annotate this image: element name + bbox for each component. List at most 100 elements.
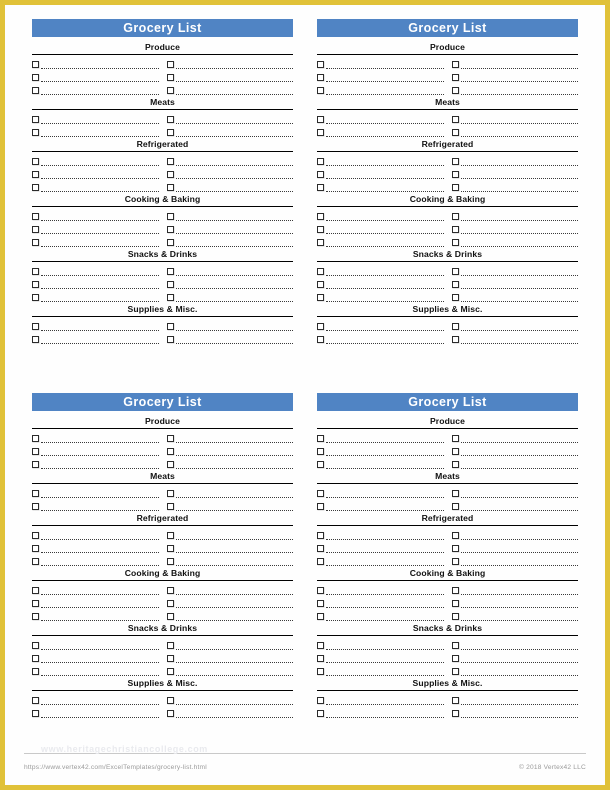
item-checkbox[interactable]: [32, 213, 39, 220]
item-write-line[interactable]: [460, 277, 578, 289]
item-checkbox[interactable]: [32, 490, 39, 497]
item-write-line[interactable]: [326, 222, 444, 234]
item-write-line[interactable]: [41, 541, 159, 553]
item-write-line[interactable]: [326, 638, 444, 650]
item-checkbox[interactable]: [32, 74, 39, 81]
item-write-line[interactable]: [175, 693, 293, 705]
item-checkbox[interactable]: [317, 129, 324, 136]
item-checkbox[interactable]: [166, 158, 174, 165]
item-checkbox[interactable]: [451, 226, 459, 233]
item-write-line[interactable]: [41, 583, 159, 595]
item-write-line[interactable]: [175, 541, 293, 553]
item-write-line[interactable]: [326, 583, 444, 595]
item-checkbox[interactable]: [32, 587, 39, 594]
item-checkbox[interactable]: [166, 490, 174, 497]
item-checkbox[interactable]: [451, 435, 459, 442]
item-checkbox[interactable]: [32, 448, 39, 455]
item-write-line[interactable]: [326, 486, 444, 498]
item-write-line[interactable]: [326, 277, 444, 289]
item-checkbox[interactable]: [32, 613, 39, 620]
item-checkbox[interactable]: [166, 558, 174, 565]
item-checkbox[interactable]: [32, 668, 39, 675]
item-write-line[interactable]: [460, 596, 578, 608]
item-checkbox[interactable]: [317, 281, 324, 288]
item-write-line[interactable]: [41, 609, 159, 621]
item-checkbox[interactable]: [451, 490, 459, 497]
item-checkbox[interactable]: [451, 532, 459, 539]
item-write-line[interactable]: [326, 209, 444, 221]
item-checkbox[interactable]: [32, 281, 39, 288]
item-checkbox[interactable]: [451, 294, 459, 301]
item-write-line[interactable]: [41, 528, 159, 540]
item-checkbox[interactable]: [317, 213, 324, 220]
item-write-line[interactable]: [326, 431, 444, 443]
item-checkbox[interactable]: [32, 655, 39, 662]
item-write-line[interactable]: [175, 499, 293, 511]
item-checkbox[interactable]: [317, 503, 324, 510]
item-checkbox[interactable]: [317, 613, 324, 620]
item-checkbox[interactable]: [32, 294, 39, 301]
item-write-line[interactable]: [326, 264, 444, 276]
item-write-line[interactable]: [460, 290, 578, 302]
item-write-line[interactable]: [460, 664, 578, 676]
item-checkbox[interactable]: [166, 587, 174, 594]
item-write-line[interactable]: [326, 290, 444, 302]
item-write-line[interactable]: [41, 486, 159, 498]
item-checkbox[interactable]: [451, 503, 459, 510]
item-checkbox[interactable]: [317, 158, 324, 165]
item-write-line[interactable]: [175, 180, 293, 192]
item-write-line[interactable]: [326, 57, 444, 69]
item-checkbox[interactable]: [317, 655, 324, 662]
item-write-line[interactable]: [41, 83, 159, 95]
item-checkbox[interactable]: [166, 116, 174, 123]
item-write-line[interactable]: [326, 664, 444, 676]
item-checkbox[interactable]: [32, 158, 39, 165]
item-write-line[interactable]: [460, 528, 578, 540]
item-write-line[interactable]: [175, 486, 293, 498]
item-checkbox[interactable]: [166, 503, 174, 510]
item-write-line[interactable]: [175, 167, 293, 179]
item-write-line[interactable]: [175, 112, 293, 124]
item-checkbox[interactable]: [317, 587, 324, 594]
item-checkbox[interactable]: [166, 697, 174, 704]
item-write-line[interactable]: [41, 431, 159, 443]
item-write-line[interactable]: [175, 57, 293, 69]
item-checkbox[interactable]: [32, 129, 39, 136]
item-checkbox[interactable]: [451, 184, 459, 191]
item-checkbox[interactable]: [451, 587, 459, 594]
item-write-line[interactable]: [326, 180, 444, 192]
item-write-line[interactable]: [175, 277, 293, 289]
item-checkbox[interactable]: [317, 710, 324, 717]
item-write-line[interactable]: [326, 693, 444, 705]
item-write-line[interactable]: [41, 235, 159, 247]
item-write-line[interactable]: [326, 596, 444, 608]
item-checkbox[interactable]: [317, 490, 324, 497]
item-write-line[interactable]: [41, 457, 159, 469]
item-write-line[interactable]: [41, 125, 159, 137]
item-write-line[interactable]: [326, 528, 444, 540]
item-write-line[interactable]: [41, 319, 159, 331]
item-checkbox[interactable]: [32, 697, 39, 704]
item-write-line[interactable]: [326, 554, 444, 566]
item-write-line[interactable]: [460, 583, 578, 595]
item-write-line[interactable]: [460, 444, 578, 456]
item-checkbox[interactable]: [317, 239, 324, 246]
item-write-line[interactable]: [175, 706, 293, 718]
item-write-line[interactable]: [460, 431, 578, 443]
item-checkbox[interactable]: [451, 116, 459, 123]
item-checkbox[interactable]: [32, 600, 39, 607]
item-write-line[interactable]: [460, 541, 578, 553]
item-write-line[interactable]: [175, 332, 293, 344]
item-write-line[interactable]: [41, 596, 159, 608]
item-checkbox[interactable]: [166, 323, 174, 330]
item-checkbox[interactable]: [451, 558, 459, 565]
item-checkbox[interactable]: [317, 74, 324, 81]
item-checkbox[interactable]: [317, 697, 324, 704]
item-write-line[interactable]: [175, 664, 293, 676]
item-checkbox[interactable]: [451, 642, 459, 649]
item-write-line[interactable]: [175, 651, 293, 663]
item-checkbox[interactable]: [32, 239, 39, 246]
item-checkbox[interactable]: [166, 600, 174, 607]
item-checkbox[interactable]: [317, 448, 324, 455]
item-checkbox[interactable]: [451, 600, 459, 607]
